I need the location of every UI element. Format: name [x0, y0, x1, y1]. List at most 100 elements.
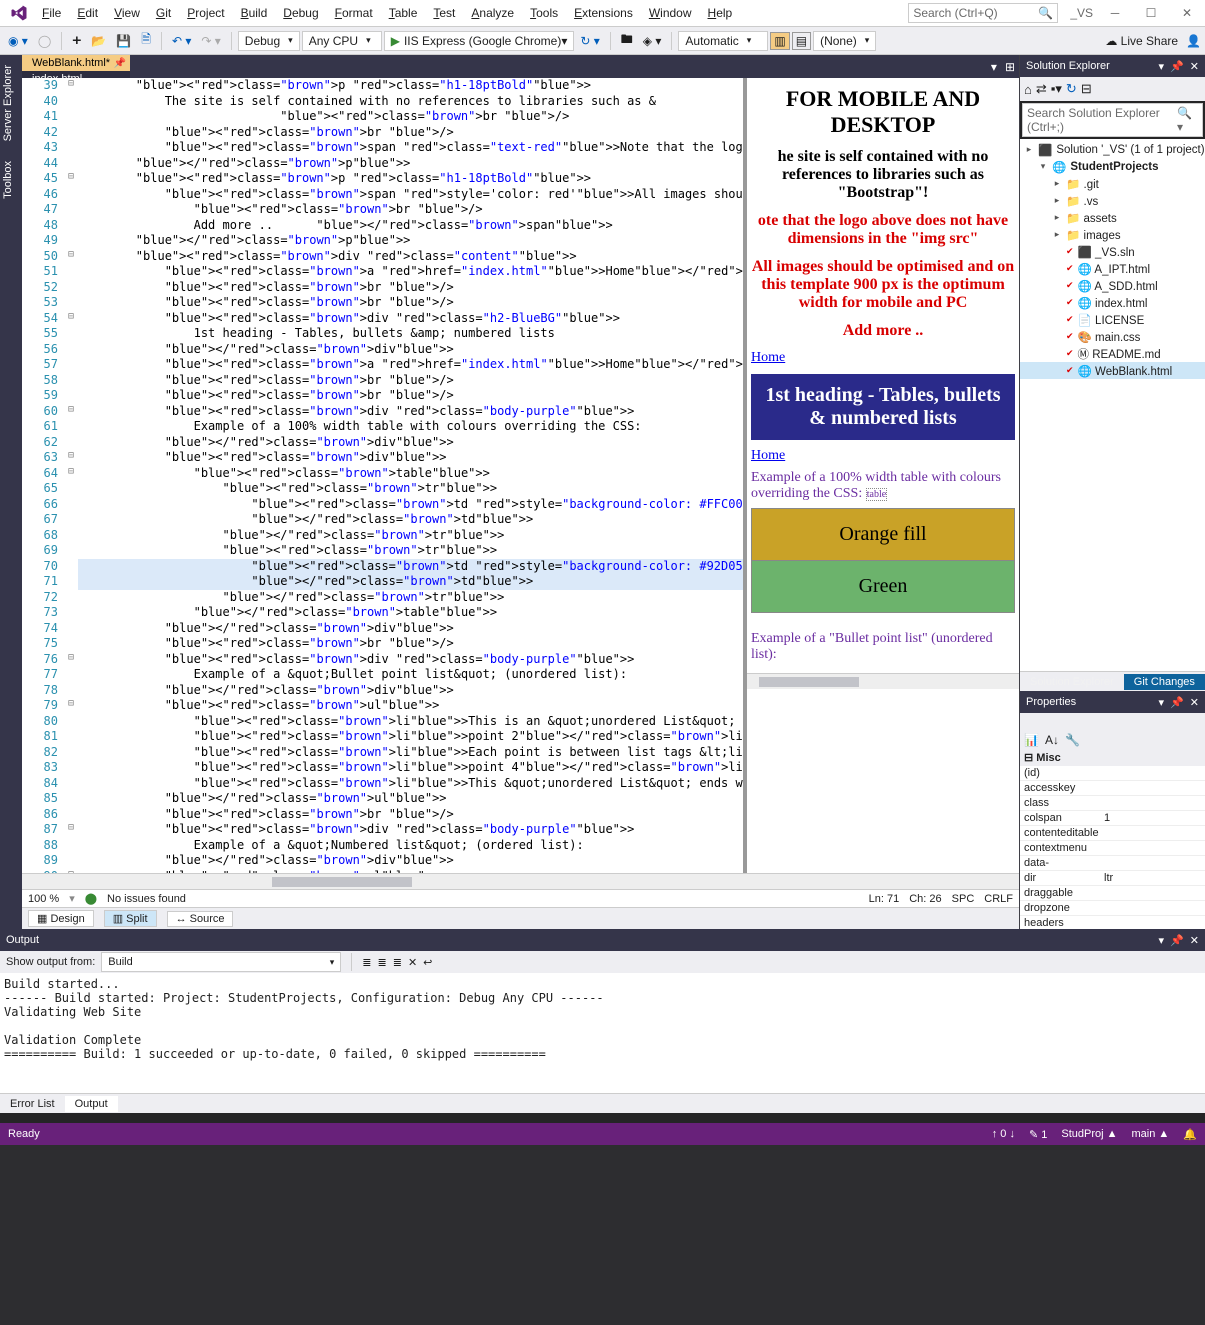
prop-row[interactable]: (id) — [1020, 766, 1205, 781]
categorized-icon[interactable]: 📊 — [1024, 733, 1039, 747]
zoom-level[interactable]: 100 % — [28, 893, 59, 905]
tree-file[interactable]: ✔ ⬛ _VS.sln — [1020, 243, 1205, 260]
menu-debug[interactable]: Debug — [275, 3, 326, 23]
menu-help[interactable]: Help — [700, 3, 741, 23]
tab-overflow-button[interactable]: ▾ — [991, 60, 997, 74]
output-tb-btn[interactable]: ≣ — [378, 956, 387, 969]
open-button[interactable]: 📂 — [87, 32, 110, 50]
project-node[interactable]: ▾🌐 StudentProjects — [1020, 158, 1205, 175]
output-tb-btn[interactable]: ≣ — [393, 956, 402, 969]
pin-icon[interactable]: 📌 — [1170, 60, 1184, 73]
prop-row[interactable]: colspan1 — [1020, 811, 1205, 826]
solution-explorer-toggle-icon[interactable]: ⊞ — [1005, 60, 1015, 74]
preview-pane[interactable]: FOR MOBILE AND DESKTOP he site is self c… — [747, 78, 1019, 873]
output-tb-btn[interactable]: ≣ — [362, 956, 371, 969]
layout2-button[interactable]: ▤ — [792, 32, 811, 50]
preview-h-scrollbar[interactable] — [747, 673, 1019, 689]
auto-dropdown[interactable]: Automatic▾ — [678, 31, 768, 51]
pin-icon[interactable]: 📌 — [1170, 696, 1184, 709]
menu-build[interactable]: Build — [233, 3, 276, 23]
tree-file[interactable]: ✔ 📄 LICENSE — [1020, 311, 1205, 328]
menu-file[interactable]: File — [34, 3, 69, 23]
pin-icon[interactable]: 📌 — [1170, 934, 1184, 947]
status-item[interactable]: ✎ 1 — [1029, 1128, 1047, 1141]
doc-tab[interactable]: WebBlank.html*📌 — [22, 55, 130, 71]
solution-tree[interactable]: ▸⬛ Solution '_VS' (1 of 1 project) ▾🌐 St… — [1020, 139, 1205, 671]
panel-menu-icon[interactable]: ▾ — [1159, 934, 1165, 947]
home-icon[interactable]: ⌂ — [1024, 82, 1032, 97]
menu-test[interactable]: Test — [425, 3, 463, 23]
tree-file[interactable]: ✔ 🌐 A_IPT.html — [1020, 260, 1205, 277]
code-editor[interactable]: 3940414243444546474849505152535455565758… — [22, 78, 747, 873]
design-tab[interactable]: ▦ Design — [28, 910, 94, 927]
search-box[interactable]: Search (Ctrl+Q) 🔍 — [908, 3, 1058, 23]
solution-search[interactable]: Search Solution Explorer (Ctrl+;)🔍 ▾ — [1022, 103, 1203, 137]
output-text[interactable]: Build started... ------ Build started: P… — [0, 973, 1205, 1093]
save-all-button[interactable]: 🗎 — [137, 28, 155, 53]
save-button[interactable]: 💾 — [112, 32, 135, 50]
sol-tab-solution[interactable]: Solution Explorer — [1020, 674, 1124, 690]
panel-close-icon[interactable]: ✕ — [1190, 60, 1199, 73]
tree-file[interactable]: ✔ 🌐 WebBlank.html — [1020, 362, 1205, 379]
wrench-icon[interactable]: 🔧 — [1065, 733, 1080, 747]
menu-view[interactable]: View — [106, 3, 148, 23]
platform-dropdown[interactable]: Any CPU▾ — [302, 31, 382, 51]
refresh-icon[interactable]: ↻ — [1066, 81, 1077, 97]
tree-file[interactable]: ✔ 🌐 index.html — [1020, 294, 1205, 311]
run-button[interactable]: ▶IIS Express (Google Chrome) ▾ — [384, 31, 575, 51]
new-button[interactable]: 🞥 — [68, 31, 85, 50]
sync-icon[interactable]: ⇄ — [1036, 81, 1047, 97]
redo-button[interactable]: ↷ ▾ — [197, 32, 224, 50]
menu-format[interactable]: Format — [327, 3, 381, 23]
config-dropdown[interactable]: Debug▾ — [238, 31, 300, 51]
prop-row[interactable]: class — [1020, 796, 1205, 811]
nav-back-button[interactable]: ◉ ▾ — [4, 32, 32, 50]
collapse-icon[interactable]: ⊟ — [1081, 81, 1092, 97]
output-clear-button[interactable]: ✕ — [408, 956, 417, 969]
minimize-button[interactable]: ─ — [1101, 2, 1129, 24]
status-item[interactable]: ↑ 0 ↓ — [992, 1128, 1015, 1140]
tree-folder[interactable]: ▸📁 images — [1020, 226, 1205, 243]
editor-h-scrollbar[interactable] — [22, 873, 1019, 889]
menu-git[interactable]: Git — [148, 3, 179, 23]
preview-home-link[interactable]: Home — [751, 350, 1015, 366]
toolbox-tab[interactable]: Toolbox — [0, 151, 22, 209]
target-button[interactable]: ◈ ▾ — [639, 32, 666, 50]
panel-menu-icon[interactable]: ▾ — [1159, 696, 1165, 709]
prop-row[interactable]: data- — [1020, 856, 1205, 871]
panel-close-icon[interactable]: ✕ — [1190, 934, 1199, 947]
menu-edit[interactable]: Edit — [69, 3, 106, 23]
tree-file[interactable]: ✔ Ⓜ README.md — [1020, 345, 1205, 362]
account-button[interactable]: 👤 — [1186, 34, 1201, 48]
tree-folder[interactable]: ▸📁 .vs — [1020, 192, 1205, 209]
menu-project[interactable]: Project — [179, 3, 232, 23]
menu-table[interactable]: Table — [381, 3, 426, 23]
output-tab[interactable]: Output — [65, 1096, 118, 1112]
panel-menu-icon[interactable]: ▾ — [1159, 60, 1165, 73]
panel-close-icon[interactable]: ✕ — [1190, 696, 1199, 709]
prop-row[interactable]: dropzone — [1020, 901, 1205, 916]
refresh-button[interactable]: ↻ ▾ — [576, 32, 603, 50]
undo-button[interactable]: ↶ ▾ — [168, 32, 195, 50]
split-tab[interactable]: ▥ Split — [104, 910, 157, 927]
none-dropdown[interactable]: (None)▾ — [813, 31, 876, 51]
error-list-tab[interactable]: Error List — [0, 1096, 65, 1112]
close-button[interactable]: ✕ — [1173, 2, 1201, 24]
tree-folder[interactable]: ▸📁 assets — [1020, 209, 1205, 226]
prop-row[interactable]: contenteditable — [1020, 826, 1205, 841]
nav-fwd-button[interactable]: ◯ — [34, 32, 55, 50]
view-icon[interactable]: ▪▾ — [1051, 81, 1062, 97]
prop-row[interactable]: draggable — [1020, 886, 1205, 901]
tree-file[interactable]: ✔ 🎨 main.css — [1020, 328, 1205, 345]
output-from-dropdown[interactable]: Build▾ — [101, 952, 341, 972]
alpha-icon[interactable]: A↓ — [1045, 733, 1059, 747]
source-tab[interactable]: ↔ Source — [167, 911, 234, 927]
browse-button[interactable]: 🖿 — [617, 28, 637, 53]
fold-column[interactable]: ⊟⊟⊟⊟⊟⊟⊟⊟⊟⊟⊟ — [64, 78, 78, 873]
tree-file[interactable]: ✔ 🌐 A_SDD.html — [1020, 277, 1205, 294]
live-share-button[interactable]: ☁ Live Share — [1105, 34, 1178, 48]
notification-icon[interactable]: 🔔 — [1183, 1128, 1197, 1141]
menu-window[interactable]: Window — [641, 3, 700, 23]
prop-row[interactable]: dirltr — [1020, 871, 1205, 886]
output-wrap-button[interactable]: ↩ — [423, 956, 432, 969]
